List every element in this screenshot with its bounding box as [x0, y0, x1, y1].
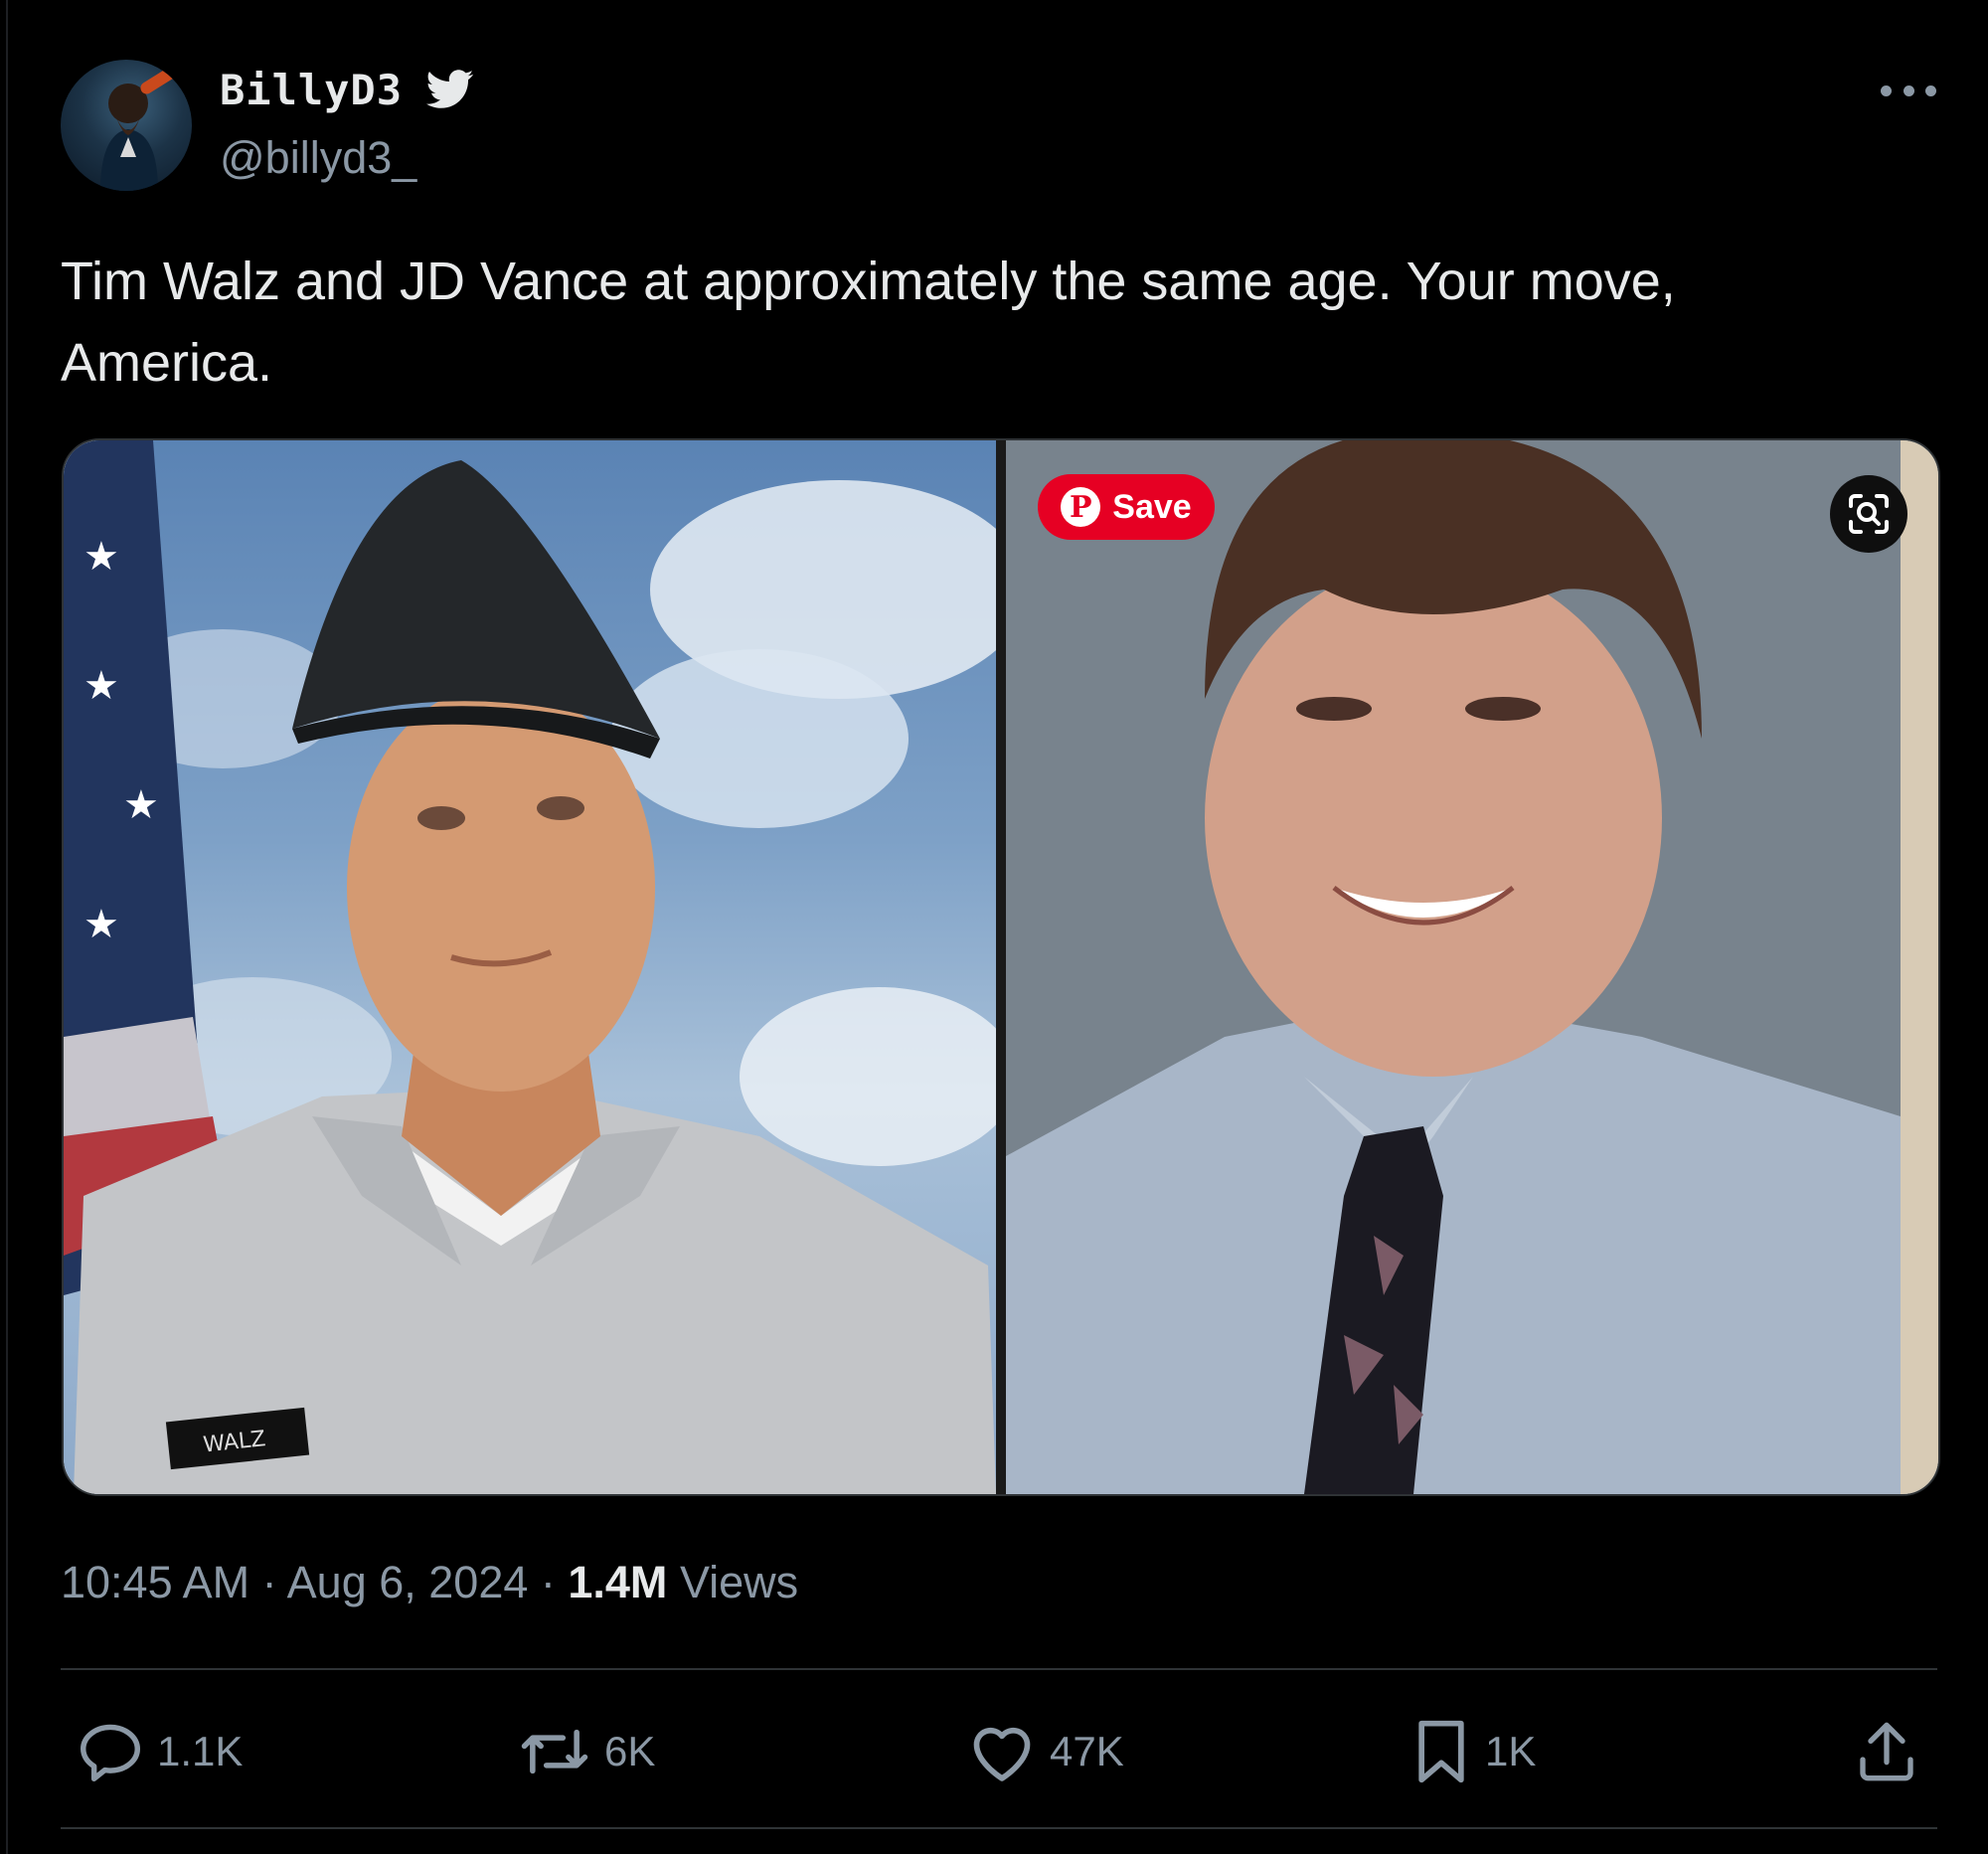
reply-button[interactable]: 1.1K [78, 1721, 243, 1782]
photo-walz[interactable]: ★ ★ ★ ★ WALZ [64, 440, 996, 1494]
like-count: 47K [1050, 1728, 1124, 1774]
divider [61, 1827, 1937, 1829]
visual-search-icon[interactable] [1830, 475, 1907, 553]
bookmark-count: 1K [1485, 1728, 1537, 1774]
dot [1881, 84, 1892, 96]
svg-text:★: ★ [123, 782, 159, 828]
tweet-meta: 10:45 AM · Aug 6, 2024 · 1.4M Views [61, 1557, 798, 1608]
svg-text:★: ★ [83, 534, 119, 580]
photo-vance[interactable] [1006, 440, 1938, 1494]
tweet-time[interactable]: 10:45 AM [61, 1557, 249, 1607]
share-icon [1860, 1722, 1913, 1781]
svg-text:★: ★ [83, 663, 119, 709]
more-options-icon[interactable] [1881, 80, 1936, 101]
media-divider [996, 440, 1006, 1494]
reply-count: 1.1K [157, 1728, 244, 1774]
author-handle[interactable]: @billyd3_ [220, 132, 416, 184]
bookmark-button[interactable]: 1K [1411, 1720, 1537, 1783]
pinterest-icon: P [1061, 487, 1101, 527]
retweet-count: 6K [604, 1728, 656, 1774]
meta-separator: · [249, 1557, 287, 1607]
photo-walz-illustration: ★ ★ ★ ★ WALZ [64, 440, 996, 1494]
retweet-icon [521, 1729, 588, 1774]
tweet-text-line: America. [61, 333, 273, 393]
twitter-bird-icon [425, 70, 474, 109]
share-button[interactable] [1855, 1721, 1918, 1782]
views-count: 1.4M [568, 1557, 668, 1607]
meta-separator: · [528, 1557, 569, 1607]
tweet-text-line: Tim Walz and JD Vance at approximately t… [61, 252, 1676, 311]
svg-text:★: ★ [83, 902, 119, 947]
save-label: Save [1112, 487, 1192, 526]
tweet-media[interactable]: ★ ★ ★ ★ WALZ [62, 438, 1940, 1496]
window-edge [6, 0, 8, 1854]
views-label: Views [679, 1557, 799, 1607]
avatar[interactable] [61, 60, 192, 191]
photo-vance-illustration [1006, 440, 1938, 1494]
bookmark-icon [1418, 1720, 1464, 1783]
retweet-button[interactable]: 6K [519, 1721, 655, 1782]
dot [1903, 84, 1914, 96]
like-button[interactable]: 47K [968, 1721, 1124, 1782]
avatar-image [100, 60, 192, 191]
divider [61, 1668, 1937, 1670]
reply-icon [80, 1724, 140, 1781]
tweet-date[interactable]: Aug 6, 2024 [287, 1557, 529, 1607]
author-display-name[interactable]: BillyD3 [220, 66, 403, 114]
heart-icon [973, 1727, 1031, 1781]
tweet-text: Tim Walz and JD Vance at approximately t… [61, 241, 1909, 404]
pinterest-save-button[interactable]: P Save [1038, 474, 1215, 540]
dot [1925, 84, 1936, 96]
